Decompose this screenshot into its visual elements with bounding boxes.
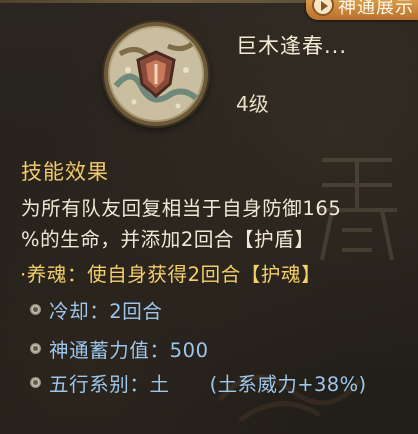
skill-description-line-2: %的生命，并添加2回合【护盾】	[21, 228, 315, 251]
bullet-icon	[30, 303, 41, 315]
stat-cooldown: 冷却：2回合	[30, 295, 163, 323]
skill-showcase-tab[interactable]: 神通展示	[306, 0, 418, 20]
stat-charge-text: 神通蓄力值：500	[49, 338, 209, 362]
bullet-icon	[30, 376, 41, 388]
stat-element-bonus: (土系威力+38%)	[209, 372, 367, 396]
skill-name: 巨木逢春...	[236, 34, 348, 58]
skill-effects-title: 技能效果	[21, 160, 109, 184]
skill-tooltip-panel: 神通展示 巨木逢春... 4级 技能效果 为所有队友回复相当于自身防御165 %…	[0, 0, 418, 434]
stat-element: 五行系别：土 (土系威力+38%)	[30, 368, 367, 396]
stat-element-text: 五行系别：土	[49, 372, 170, 396]
stat-charge: 神通蓄力值：500	[30, 334, 209, 362]
skill-description-line-1: 为所有队友回复相当于自身防御165	[21, 197, 342, 220]
sub-effect-yanghun: ·养魂：使自身获得2回合【护魂】	[20, 263, 322, 286]
shield-emblem-icon	[110, 28, 202, 120]
skill-showcase-tab-label: 神通展示	[338, 0, 414, 18]
skill-level: 4级	[236, 92, 269, 116]
skill-icon	[104, 22, 208, 126]
skill-description: 为所有队友回复相当于自身防御165 %的生命，并添加2回合【护盾】	[21, 193, 416, 255]
play-icon	[312, 0, 334, 16]
stat-cooldown-text: 冷却：2回合	[49, 299, 163, 323]
bullet-icon	[30, 342, 41, 354]
